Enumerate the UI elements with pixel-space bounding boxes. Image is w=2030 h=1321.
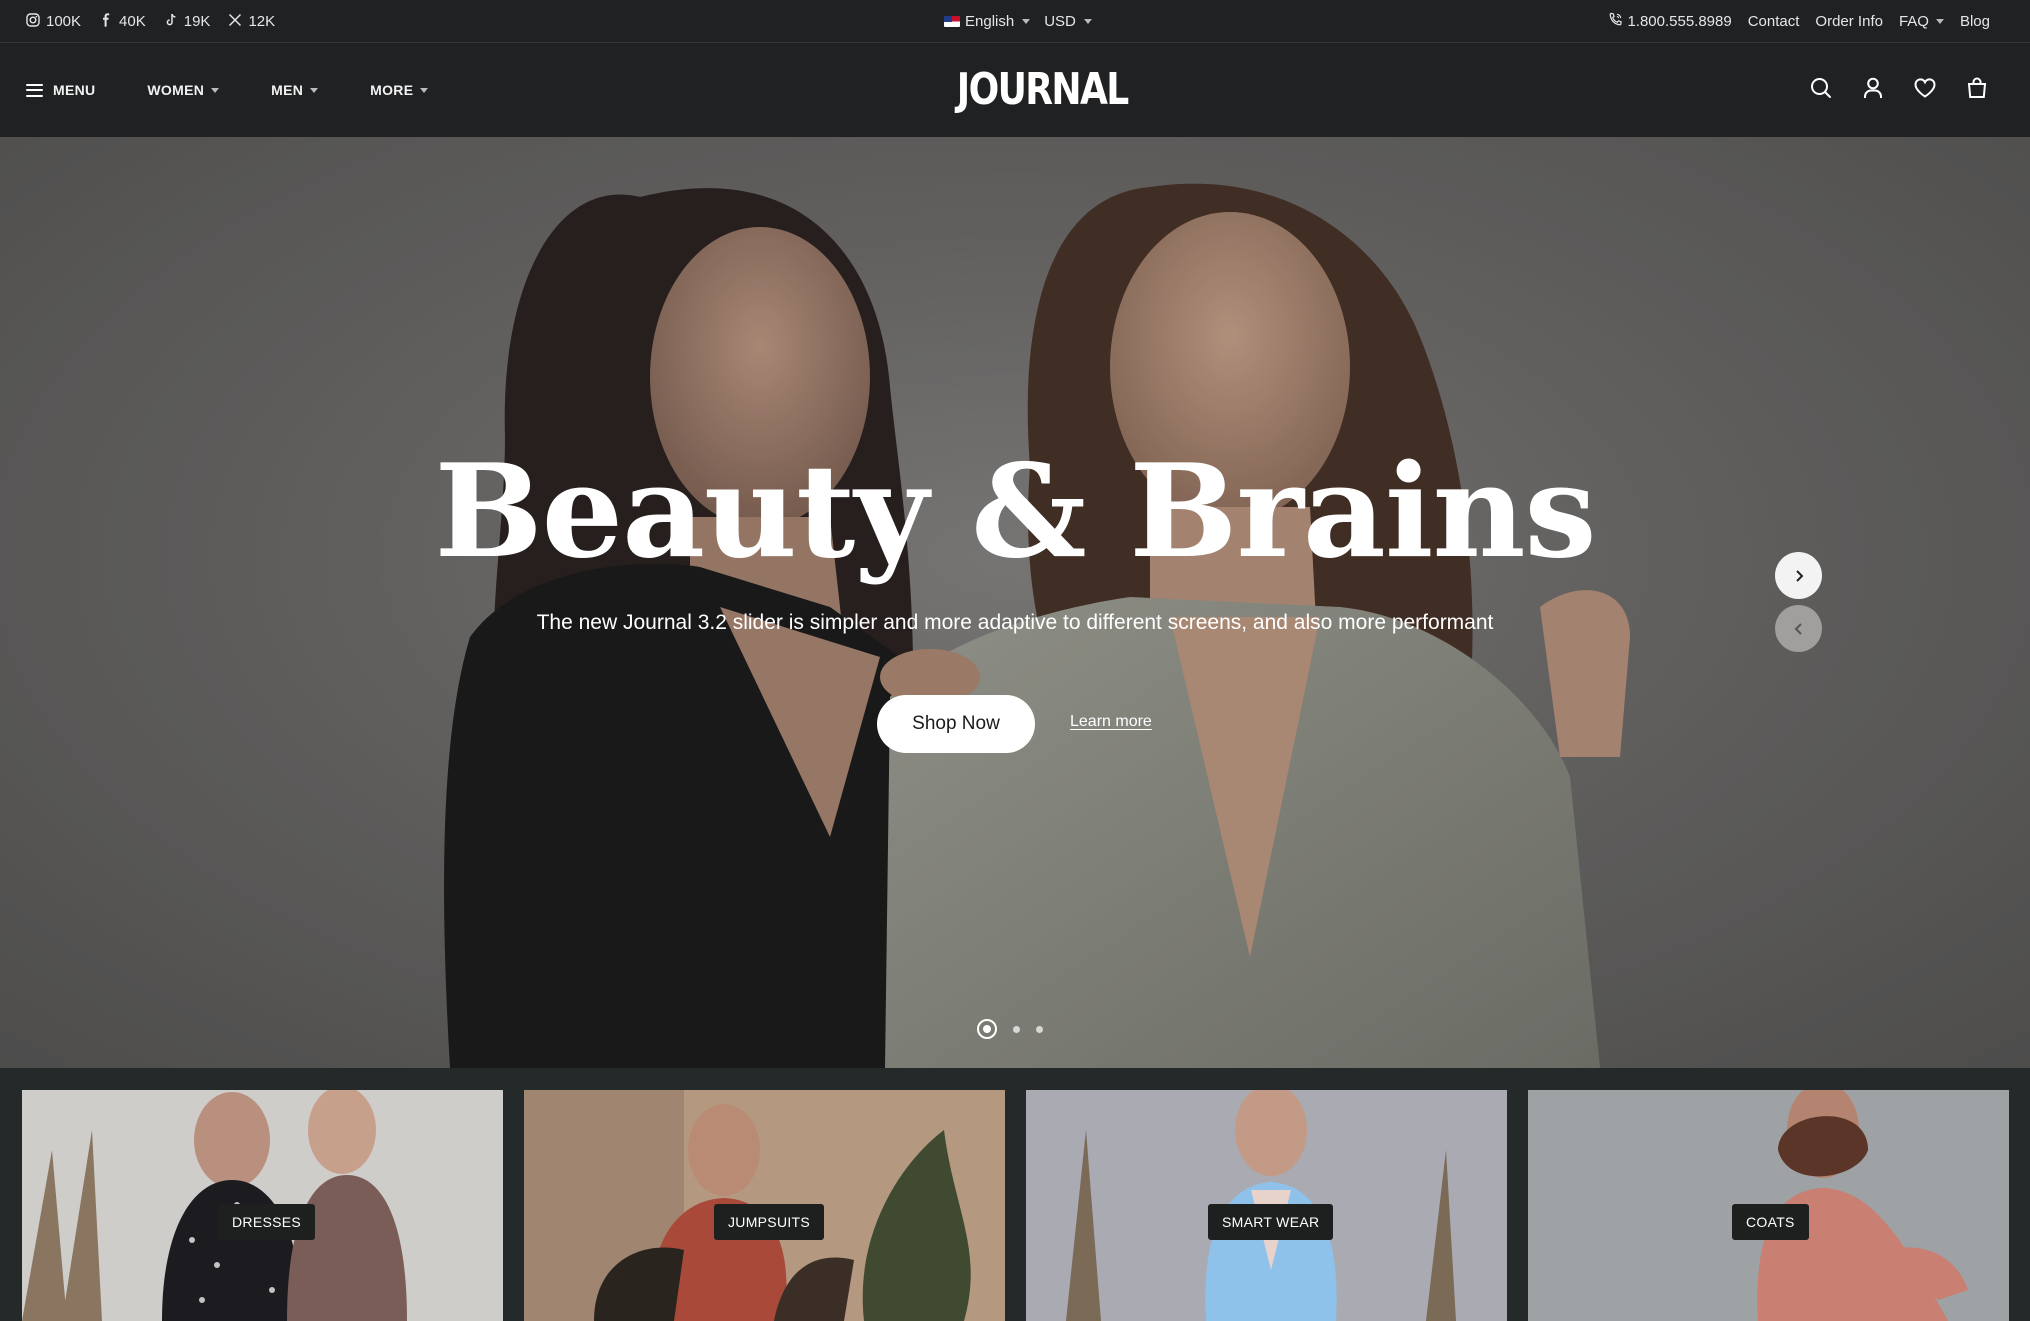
menu-label: MENU (53, 82, 96, 98)
main-header: MENU WOMEN MEN MORE JOURNAL (0, 43, 2030, 137)
main-nav: MENU WOMEN MEN MORE (26, 43, 480, 137)
slider-next-button[interactable] (1775, 552, 1822, 599)
instagram-icon (26, 12, 40, 31)
chevron-down-icon (1022, 19, 1031, 24)
social-facebook[interactable]: 40K (99, 12, 146, 31)
faq-label: FAQ (1898, 13, 1929, 30)
chevron-down-icon (1083, 19, 1092, 24)
x-icon (228, 13, 242, 31)
hero-slider: Beauty & Brains The new Journal 3.2 slid… (0, 137, 2030, 1068)
social-instagram[interactable]: 100K (26, 12, 82, 31)
social-x[interactable]: 12K (228, 13, 275, 31)
social-counts: 100K 40K 19K 12K (26, 0, 275, 43)
us-flag-icon (944, 16, 960, 27)
chevron-left-icon (1794, 622, 1802, 635)
phone-number: 1.800.555.8989 (1627, 13, 1732, 30)
category-card-smart-wear[interactable]: SMART WEAR (1026, 1090, 1507, 1321)
chevron-down-icon (1935, 19, 1944, 24)
order-info-link[interactable]: Order Info (1815, 13, 1883, 30)
slider-dot-3[interactable] (1036, 1025, 1043, 1033)
category-card-dresses[interactable]: DRESSES (22, 1090, 503, 1321)
top-utility-bar: 100K 40K 19K 12K English USD 1.800.555.8… (0, 0, 2030, 43)
facebook-icon (99, 12, 113, 31)
hero-title: Beauty & Brains (434, 437, 1596, 587)
header-actions (1808, 43, 1990, 137)
currency-dropdown[interactable]: USD (1044, 13, 1092, 30)
cart-bag-icon[interactable] (1964, 75, 1990, 106)
slider-dot-1[interactable] (977, 1019, 997, 1039)
category-card-coats[interactable]: COATS (1528, 1090, 2009, 1321)
nav-men[interactable]: MEN (271, 82, 319, 98)
instagram-count: 100K (46, 13, 82, 30)
account-icon[interactable] (1860, 75, 1886, 106)
category-card-jumpsuits[interactable]: JUMPSUITS (524, 1090, 1005, 1321)
facebook-count: 40K (119, 13, 146, 30)
nav-more-label: MORE (370, 82, 414, 98)
nav-men-label: MEN (271, 82, 304, 98)
faq-dropdown[interactable]: FAQ (1899, 13, 1944, 30)
hero-overlay (0, 137, 2030, 1068)
chevron-down-icon (211, 87, 220, 93)
locale-switcher: English USD (944, 0, 1092, 43)
slider-dot-2[interactable] (1013, 1025, 1020, 1033)
hamburger-icon (26, 83, 43, 97)
category-label-smart-wear: SMART WEAR (1208, 1204, 1334, 1240)
category-label-coats: COATS (1732, 1204, 1809, 1240)
learn-more-link[interactable]: Learn more (1070, 713, 1152, 731)
social-tiktok[interactable]: 19K (164, 13, 211, 31)
language-dropdown[interactable]: English (944, 13, 1031, 30)
blog-link[interactable]: Blog (1960, 13, 1990, 30)
slider-prev-button[interactable] (1775, 605, 1822, 652)
contact-link[interactable]: Contact (1748, 13, 1800, 30)
menu-button[interactable]: MENU (26, 82, 95, 98)
category-label-jumpsuits: JUMPSUITS (714, 1204, 825, 1240)
slider-pagination (977, 1019, 1043, 1039)
site-logo[interactable]: JOURNAL (957, 67, 1129, 113)
top-links: 1.800.555.8989 Contact Order Info FAQ Bl… (1608, 0, 1990, 43)
nav-women[interactable]: WOMEN (147, 82, 220, 98)
currency-label: USD (1044, 13, 1076, 30)
hero-subtitle: The new Journal 3.2 slider is simpler an… (536, 611, 1494, 634)
tiktok-icon (164, 13, 178, 31)
chevron-down-icon (310, 87, 319, 93)
wishlist-heart-icon[interactable] (1912, 75, 1938, 106)
nav-women-label: WOMEN (147, 82, 205, 98)
chevron-down-icon (420, 87, 429, 93)
category-label-dresses: DRESSES (218, 1204, 316, 1240)
search-icon[interactable] (1808, 75, 1834, 106)
x-count: 12K (248, 13, 276, 30)
language-label: English (965, 13, 1015, 30)
tiktok-count: 19K (183, 13, 211, 30)
nav-more[interactable]: MORE (370, 82, 429, 98)
phone-icon (1608, 12, 1623, 31)
chevron-right-icon (1795, 569, 1803, 582)
phone-link[interactable]: 1.800.555.8989 (1608, 12, 1732, 31)
shop-now-button[interactable]: Shop Now (877, 695, 1035, 753)
category-grid: DRESSES JUMPSUITS SMART WEAR COATS (0, 1068, 2030, 1321)
